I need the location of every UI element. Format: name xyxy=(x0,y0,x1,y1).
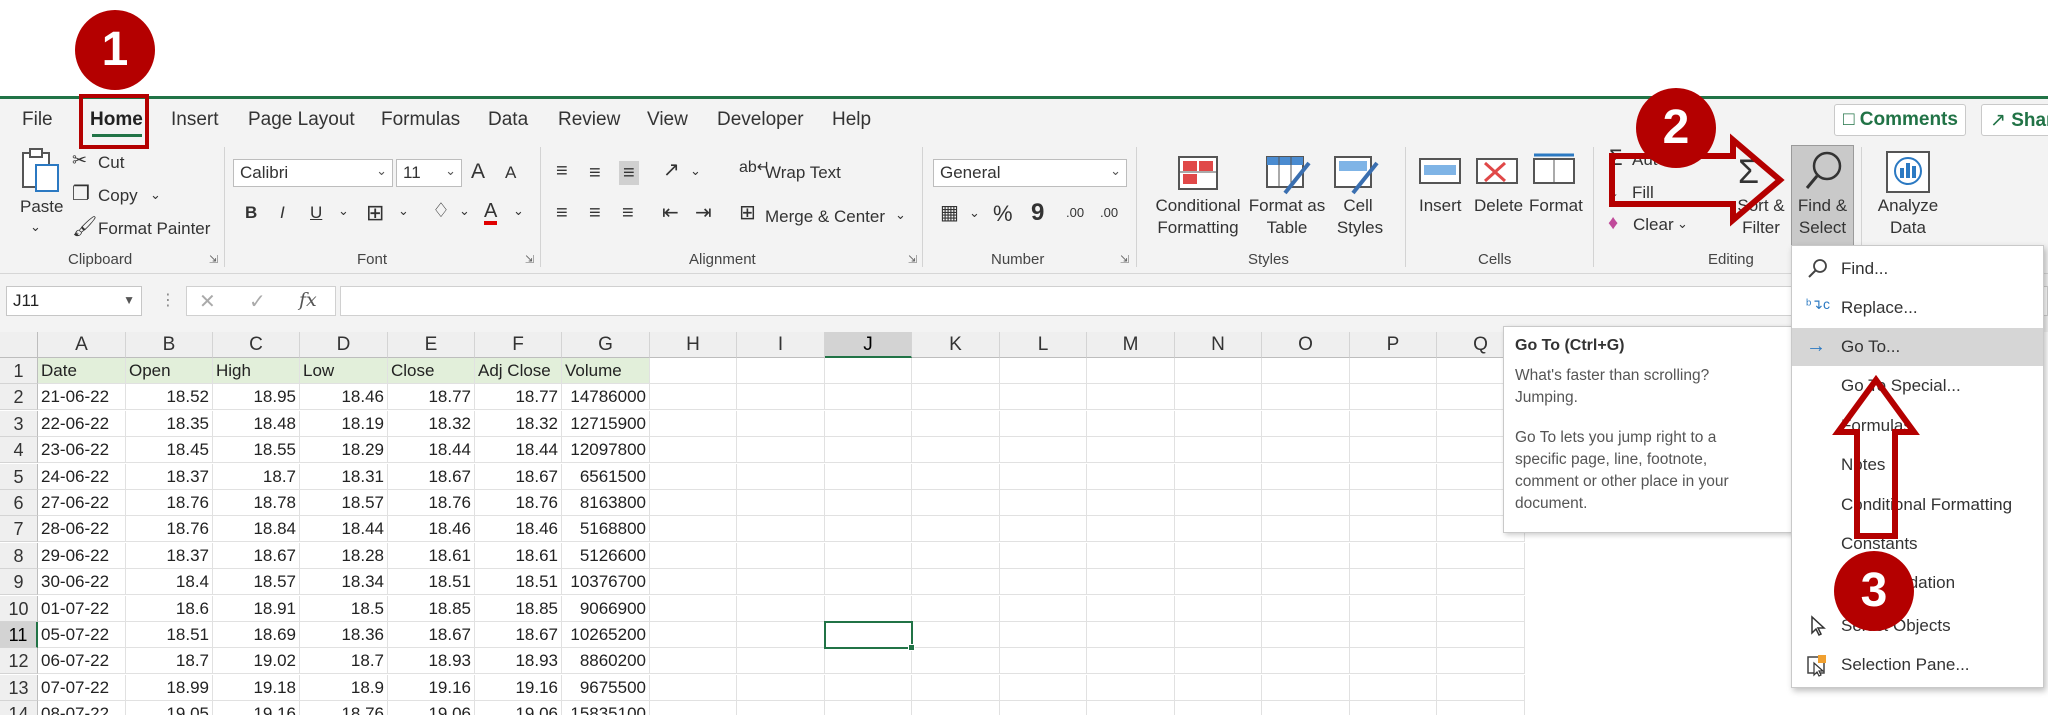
home-tab-highlight xyxy=(79,94,149,149)
annotation-badge-1: 1 xyxy=(75,10,155,90)
annotation-badge-3: 3 xyxy=(1834,551,1914,631)
annotation-arrows xyxy=(1609,133,1920,539)
annotation-badge-2: 2 xyxy=(1636,88,1716,168)
annotation-arrow-up xyxy=(1832,374,1920,539)
